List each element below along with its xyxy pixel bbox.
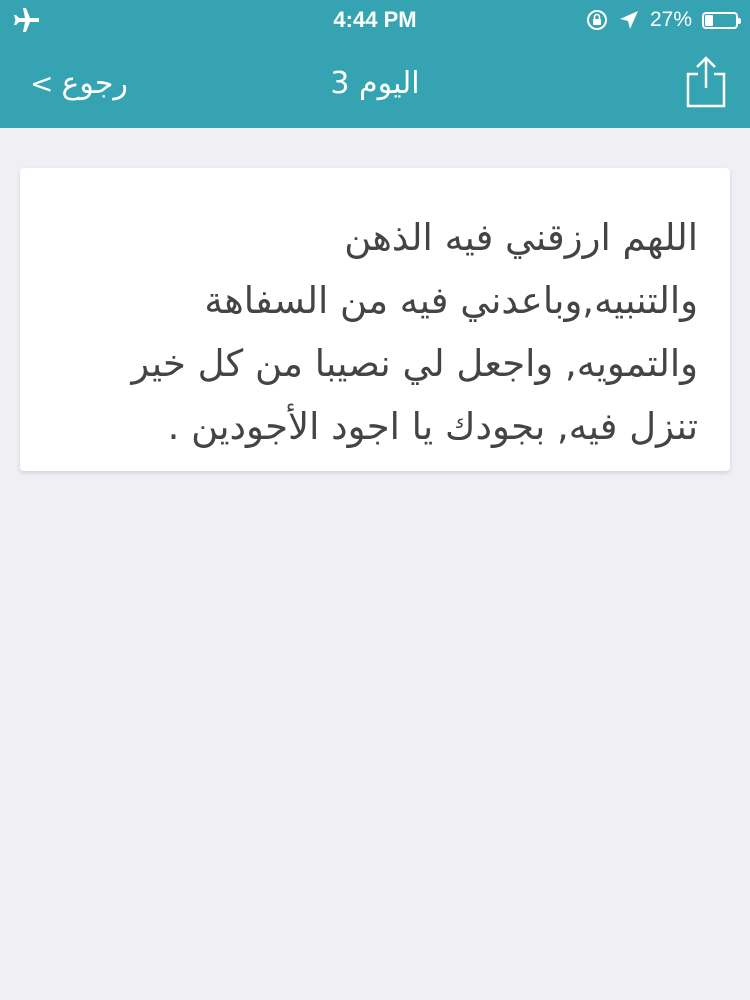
dua-line: تنزل فيه, بجودك يا اجود الأجودين .	[167, 405, 698, 448]
battery-icon	[702, 11, 741, 29]
header: 4:44 PM 27% < رجوع اليوم 3	[0, 0, 750, 128]
dua-line: والتمويه, واجعل لي نصيبا من كل خير	[131, 342, 698, 385]
page-title: اليوم 3	[330, 66, 420, 101]
rotation-lock-icon	[586, 9, 608, 31]
status-bar: 4:44 PM 27%	[0, 0, 750, 40]
location-arrow-icon	[618, 9, 640, 31]
dua-card: اللهم ارزقني فيه الذهن والتنبيه,وباعدني …	[20, 168, 730, 471]
dua-line: اللهم ارزقني فيه الذهن	[344, 216, 698, 259]
battery-level	[705, 14, 713, 26]
battery-percent: 27%	[649, 8, 692, 31]
share-icon	[686, 56, 726, 108]
dua-line: والتنبيه,وباعدني فيه من السفاهة	[204, 279, 698, 322]
share-button[interactable]	[684, 54, 728, 110]
navigation-bar: < رجوع اليوم 3	[0, 40, 750, 128]
dua-text: اللهم ارزقني فيه الذهن والتنبيه,وباعدني …	[60, 206, 698, 458]
screen: 4:44 PM 27% < رجوع اليوم 3 اللهم ارزقني …	[0, 0, 750, 1000]
status-indicators: 27%	[586, 6, 741, 34]
